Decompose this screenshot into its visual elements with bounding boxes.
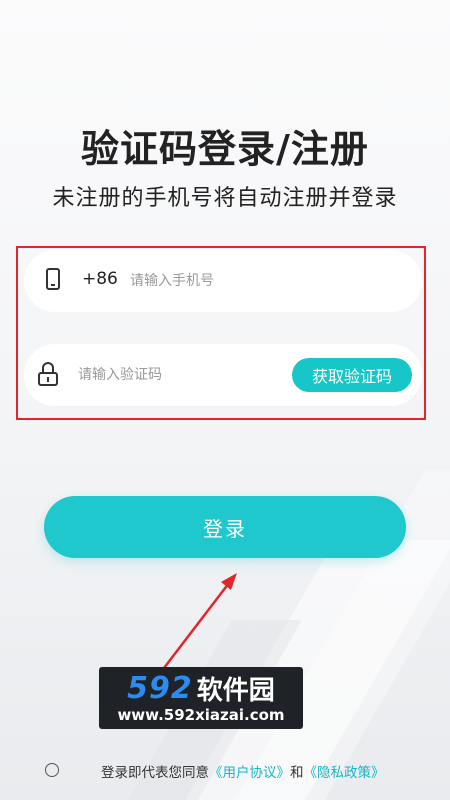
watermark-url: www.592xiazai.com [117,706,285,724]
highlight-box [16,246,426,420]
page-title: 验证码登录/注册 [81,127,369,171]
watermark-logo: 592 软件园 www.592xiazai.com [99,667,303,729]
page-subtitle: 未注册的手机号将自动注册并登录 [52,186,398,211]
watermark-name: 软件园 [196,675,275,706]
agreement-checkbox[interactable] [45,763,59,777]
user-agreement-link[interactable]: 《用户协议》 [209,765,290,781]
login-button[interactable]: 登录 [44,496,406,558]
agreement-and: 和 [290,765,304,781]
agreement-text: 登录即代表您同意《用户协议》和《隐私政策》 [101,761,385,781]
agreement-prefix: 登录即代表您同意 [101,765,209,781]
privacy-policy-link[interactable]: 《隐私政策》 [304,765,385,781]
agreement-row: 登录即代表您同意《用户协议》和《隐私政策》 [0,758,450,786]
watermark-number: 592 [127,670,193,706]
